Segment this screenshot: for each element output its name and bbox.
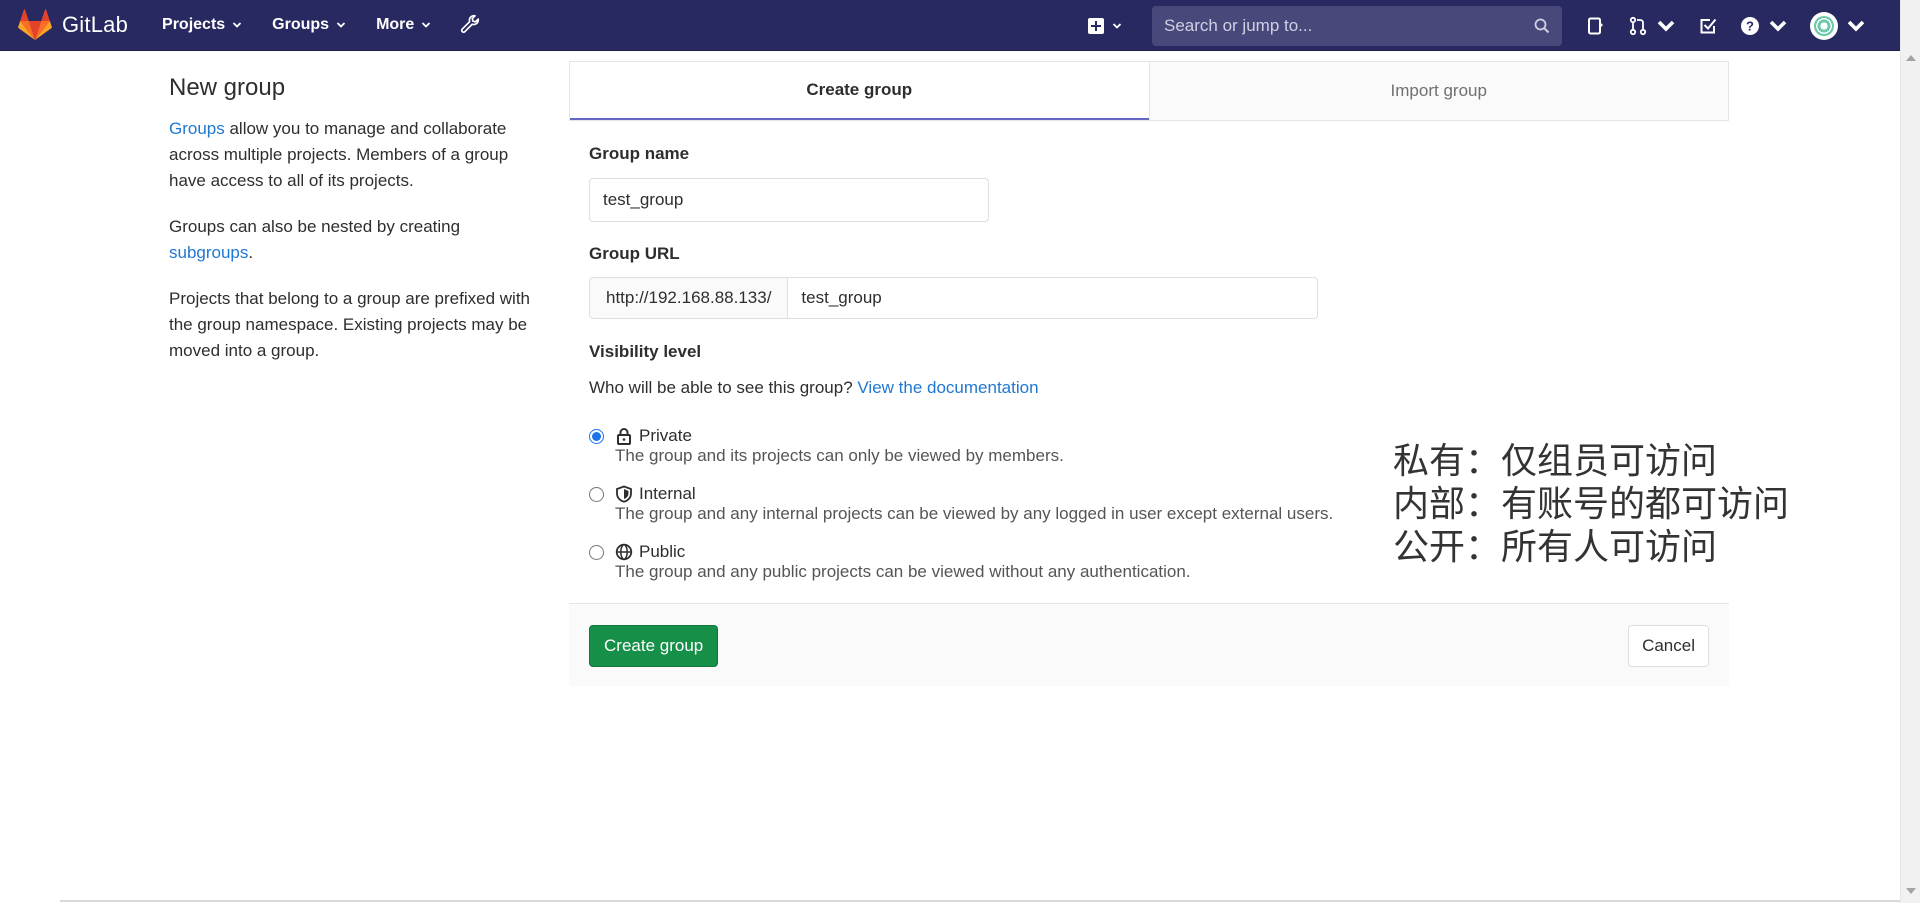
group-info-panel: New group Groups allow you to manage and… [169,74,534,384]
plus-square-icon [1088,17,1104,34]
annotation-private: 私有：仅组员可访问 [1393,441,1718,482]
internal-radio[interactable] [589,487,604,502]
public-title: Public [639,542,686,561]
visibility-help: Who will be able to see this group? View… [589,378,1039,398]
help-question-icon: ? [1741,16,1759,35]
gitlab-logo-icon [18,9,52,41]
new-item-dropdown[interactable] [1088,17,1122,34]
visibility-option-internal[interactable]: Internal The group and any internal proj… [589,483,1333,524]
issues-icon [1588,17,1603,34]
groups-description: Groups allow you to manage and collabora… [169,116,534,194]
visibility-question-text: Who will be able to see this group? [589,378,853,397]
public-radio[interactable] [589,545,604,560]
public-description: The group and any public projects can be… [615,562,1191,581]
create-group-button[interactable]: Create group [589,625,719,667]
form-actions: Create group Cancel [569,603,1729,686]
admin-area-link[interactable] [459,14,481,36]
chevron-down-icon [336,22,346,28]
gitlab-home-link[interactable]: GitLab [18,9,128,41]
group-url-prefix: http://192.168.88.133/ [589,277,789,319]
tab-import-group[interactable]: Import group [1148,62,1728,120]
group-path-input[interactable]: test_group [788,277,1319,319]
visibility-docs-link[interactable]: View the documentation [857,378,1038,397]
nav-more-label: More [376,16,415,33]
help-dropdown[interactable]: ? [1740,16,1788,36]
scroll-down-arrow-icon[interactable] [1906,888,1916,894]
vertical-scrollbar[interactable] [1900,0,1920,903]
tab-create-group[interactable]: Create group [570,62,1149,120]
group-tabs: Create group Import group [569,61,1729,121]
group-url-field: http://192.168.88.133/ test_group [589,277,1319,319]
chevron-down-icon [1657,20,1675,32]
cancel-button[interactable]: Cancel [1628,625,1709,667]
user-menu-dropdown[interactable] [1810,11,1866,40]
subgroups-description: Groups can also be nested by creating su… [169,214,534,266]
issues-link[interactable] [1586,16,1606,36]
lock-icon [617,428,631,445]
merge-requests-dropdown[interactable] [1628,16,1676,36]
visibility-level-label: Visibility level [589,342,702,361]
chevron-down-icon [233,22,242,28]
visibility-annotation: 私有：仅组员可访问 内部：有账号的都可访问 公开：所有人可访问 [1393,440,1789,569]
chevron-down-icon [1769,20,1787,32]
visibility-option-private[interactable]: Private The group and its projects can o… [589,425,1064,466]
annotation-internal: 内部：有账号的都可访问 [1393,484,1790,525]
avatar [1810,11,1838,40]
chevron-down-icon [1847,20,1865,32]
namespace-description: Projects that belong to a group are pref… [169,289,530,360]
top-navbar: GitLab Projects Groups More Search or ju… [0,0,1920,51]
search-icon [1534,18,1550,33]
nav-groups-label: Groups [272,16,330,33]
todos-link[interactable] [1698,16,1718,36]
merge-request-icon [1629,16,1647,35]
private-radio[interactable] [589,429,604,444]
shield-icon [616,485,632,503]
nav-groups-dropdown[interactable]: Groups [272,16,346,34]
private-description: The group and its projects can only be v… [615,446,1064,465]
todo-checkbox-icon [1700,18,1717,33]
visibility-option-public[interactable]: Public The group and any public projects… [589,541,1191,582]
private-title: Private [639,426,692,445]
subgroups-description-text: Groups can also be nested by creating [169,217,461,236]
svg-text:?: ? [1746,18,1754,33]
nav-projects-label: Projects [162,16,226,33]
internal-description: The group and any internal projects can … [615,504,1334,523]
gitlab-brand-name: GitLab [62,12,129,37]
horizontal-scroll-track [60,900,1900,902]
group-name-label: Group name [589,144,690,163]
group-name-input[interactable]: test_group [589,178,989,222]
subgroups-help-link[interactable]: subgroups [169,243,248,262]
page-title: New group [169,74,286,101]
search-placeholder: Search or jump to... [1164,15,1313,35]
subgroups-description-end: . [248,243,254,262]
wrench-icon [461,14,480,33]
globe-icon [615,543,633,561]
chevron-down-icon [1112,22,1122,29]
annotation-public: 公开：所有人可访问 [1393,527,1718,568]
search-input[interactable]: Search or jump to... [1152,5,1562,46]
groups-help-link[interactable]: Groups [169,119,225,138]
nav-projects-dropdown[interactable]: Projects [162,16,242,34]
group-url-label: Group URL [589,244,680,263]
navbar-right-group: Search or jump to... ? [1088,0,1866,51]
internal-title: Internal [639,484,696,503]
scroll-up-arrow-icon[interactable] [1906,55,1916,61]
chevron-down-icon [422,22,431,28]
nav-more-dropdown[interactable]: More [376,16,431,34]
